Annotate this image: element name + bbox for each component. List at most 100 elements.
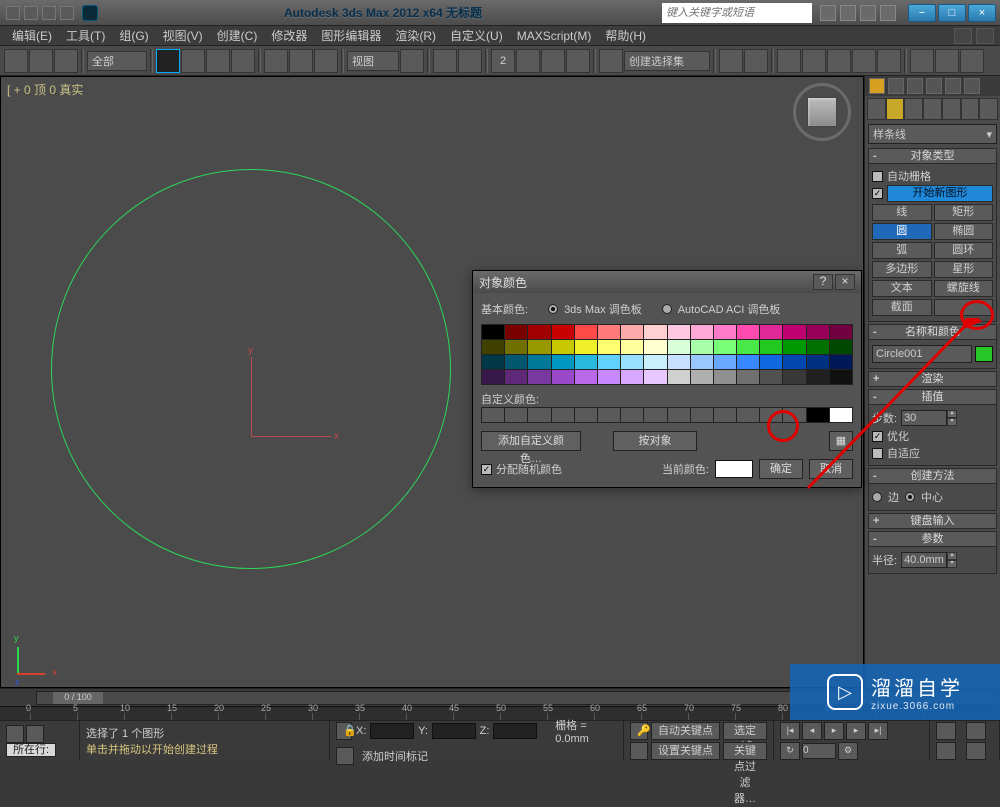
- dialog-close-button[interactable]: ×: [835, 274, 855, 290]
- search-input[interactable]: [662, 3, 812, 23]
- close-button[interactable]: ×: [968, 4, 996, 22]
- utilities-panel-icon[interactable]: [964, 78, 980, 94]
- create-panel-icon[interactable]: [869, 78, 885, 94]
- color-swatch[interactable]: [691, 370, 713, 384]
- auto-key-button[interactable]: 自动关键点: [651, 722, 720, 740]
- color-swatch[interactable]: [760, 355, 782, 369]
- color-swatch[interactable]: [552, 370, 574, 384]
- spinner-snap-icon[interactable]: [566, 49, 590, 73]
- color-swatch[interactable]: [598, 355, 620, 369]
- shape-type-button[interactable]: 圆环: [934, 242, 994, 259]
- isolate-icon[interactable]: [336, 747, 354, 765]
- z-field[interactable]: [493, 723, 537, 739]
- custom-swatch[interactable]: [552, 408, 574, 422]
- radius-spinner[interactable]: [901, 552, 947, 568]
- current-frame-input[interactable]: [802, 743, 836, 759]
- menu-item[interactable]: 帮助(H): [599, 25, 652, 46]
- space-warps-tab[interactable]: [961, 98, 980, 120]
- color-swatch[interactable]: [644, 325, 666, 339]
- color-swatch[interactable]: [482, 340, 504, 354]
- category-dropdown[interactable]: 样条线: [868, 124, 997, 144]
- color-swatch[interactable]: [505, 325, 527, 339]
- cancel-button[interactable]: 取消: [809, 459, 853, 479]
- orbit-icon[interactable]: [936, 742, 956, 760]
- menu-item[interactable]: 编辑(E): [6, 25, 58, 46]
- custom-swatch[interactable]: [737, 408, 759, 422]
- color-swatch[interactable]: [552, 355, 574, 369]
- render-icon[interactable]: [960, 49, 984, 73]
- color-swatch[interactable]: [552, 340, 574, 354]
- key-mode-icon[interactable]: 🔑: [630, 722, 648, 740]
- goto-start-icon[interactable]: |◂: [780, 722, 800, 740]
- geometry-tab[interactable]: [867, 98, 886, 120]
- snap-percent-icon[interactable]: [541, 49, 565, 73]
- color-swatch[interactable]: [598, 340, 620, 354]
- color-swatch[interactable]: [644, 340, 666, 354]
- link-icon[interactable]: [4, 49, 28, 73]
- named-selection-set[interactable]: 创建选择集: [624, 51, 710, 71]
- menu-item[interactable]: 图形编辑器: [315, 25, 387, 46]
- spinner-up-icon[interactable]: ▴: [947, 552, 957, 560]
- edit-named-icon[interactable]: [599, 49, 623, 73]
- color-swatch[interactable]: [807, 370, 829, 384]
- curve-editor-icon[interactable]: [827, 49, 851, 73]
- rollout-kb-input[interactable]: 键盘输入: [868, 513, 997, 529]
- keyboard-icon[interactable]: [458, 49, 482, 73]
- color-swatch[interactable]: [598, 370, 620, 384]
- color-swatch[interactable]: [783, 325, 805, 339]
- custom-swatch[interactable]: [621, 408, 643, 422]
- color-swatch[interactable]: [505, 340, 527, 354]
- custom-swatch[interactable]: [783, 408, 805, 422]
- color-swatch[interactable]: [737, 370, 759, 384]
- y-field[interactable]: [432, 723, 476, 739]
- color-swatch[interactable]: [644, 370, 666, 384]
- spinner-down-icon[interactable]: ▾: [947, 418, 957, 426]
- color-swatch[interactable]: [575, 370, 597, 384]
- shape-type-button[interactable]: 文本: [872, 280, 932, 297]
- scale-icon[interactable]: [314, 49, 338, 73]
- custom-swatch[interactable]: [760, 408, 782, 422]
- key-filters-dropdown[interactable]: 选定对象: [723, 722, 767, 740]
- shape-type-button[interactable]: 星形: [934, 261, 994, 278]
- modify-panel-icon[interactable]: [888, 78, 904, 94]
- menu-item[interactable]: 视图(V): [157, 25, 209, 46]
- current-color-swatch[interactable]: [715, 460, 753, 478]
- shape-type-button[interactable]: 圆: [872, 223, 932, 240]
- custom-swatch[interactable]: [482, 408, 504, 422]
- lock-ui-icon[interactable]: [976, 28, 994, 44]
- menu-item[interactable]: 修改器: [265, 25, 313, 46]
- start-new-shape[interactable]: 开始新图形: [887, 185, 993, 202]
- menu-item[interactable]: 自定义(U): [444, 25, 509, 46]
- unlink-icon[interactable]: [29, 49, 53, 73]
- color-swatch[interactable]: [482, 370, 504, 384]
- color-swatch[interactable]: [505, 370, 527, 384]
- color-swatch[interactable]: [668, 370, 690, 384]
- time-config-icon[interactable]: ⚙: [838, 742, 858, 760]
- color-swatch[interactable]: [783, 370, 805, 384]
- custom-swatch[interactable]: [691, 408, 713, 422]
- shapes-tab[interactable]: [886, 98, 905, 120]
- color-swatch[interactable]: [830, 325, 852, 339]
- rotate-icon[interactable]: [289, 49, 313, 73]
- color-swatch[interactable]: [807, 340, 829, 354]
- helpers-tab[interactable]: [942, 98, 961, 120]
- shape-type-button[interactable]: 截面: [872, 299, 932, 316]
- color-swatch[interactable]: [737, 355, 759, 369]
- color-swatch[interactable]: [714, 325, 736, 339]
- rollout-render[interactable]: 渲染: [868, 371, 997, 387]
- viewcube[interactable]: [793, 83, 851, 141]
- custom-swatch[interactable]: [668, 408, 690, 422]
- color-swatch[interactable]: [691, 325, 713, 339]
- select-by-name-icon[interactable]: [181, 49, 205, 73]
- color-swatch[interactable]: [830, 370, 852, 384]
- custom-swatch[interactable]: [807, 408, 829, 422]
- use-center-icon[interactable]: [400, 49, 424, 73]
- bind-icon[interactable]: [54, 49, 78, 73]
- mirror-icon[interactable]: [719, 49, 743, 73]
- dialog-help-button[interactable]: ?: [813, 274, 833, 290]
- play-icon[interactable]: ▸: [824, 722, 844, 740]
- menu-item[interactable]: 渲染(R): [389, 25, 442, 46]
- center-radio[interactable]: [905, 492, 915, 502]
- color-swatch[interactable]: [760, 325, 782, 339]
- time-handle[interactable]: 0 / 100: [53, 692, 103, 704]
